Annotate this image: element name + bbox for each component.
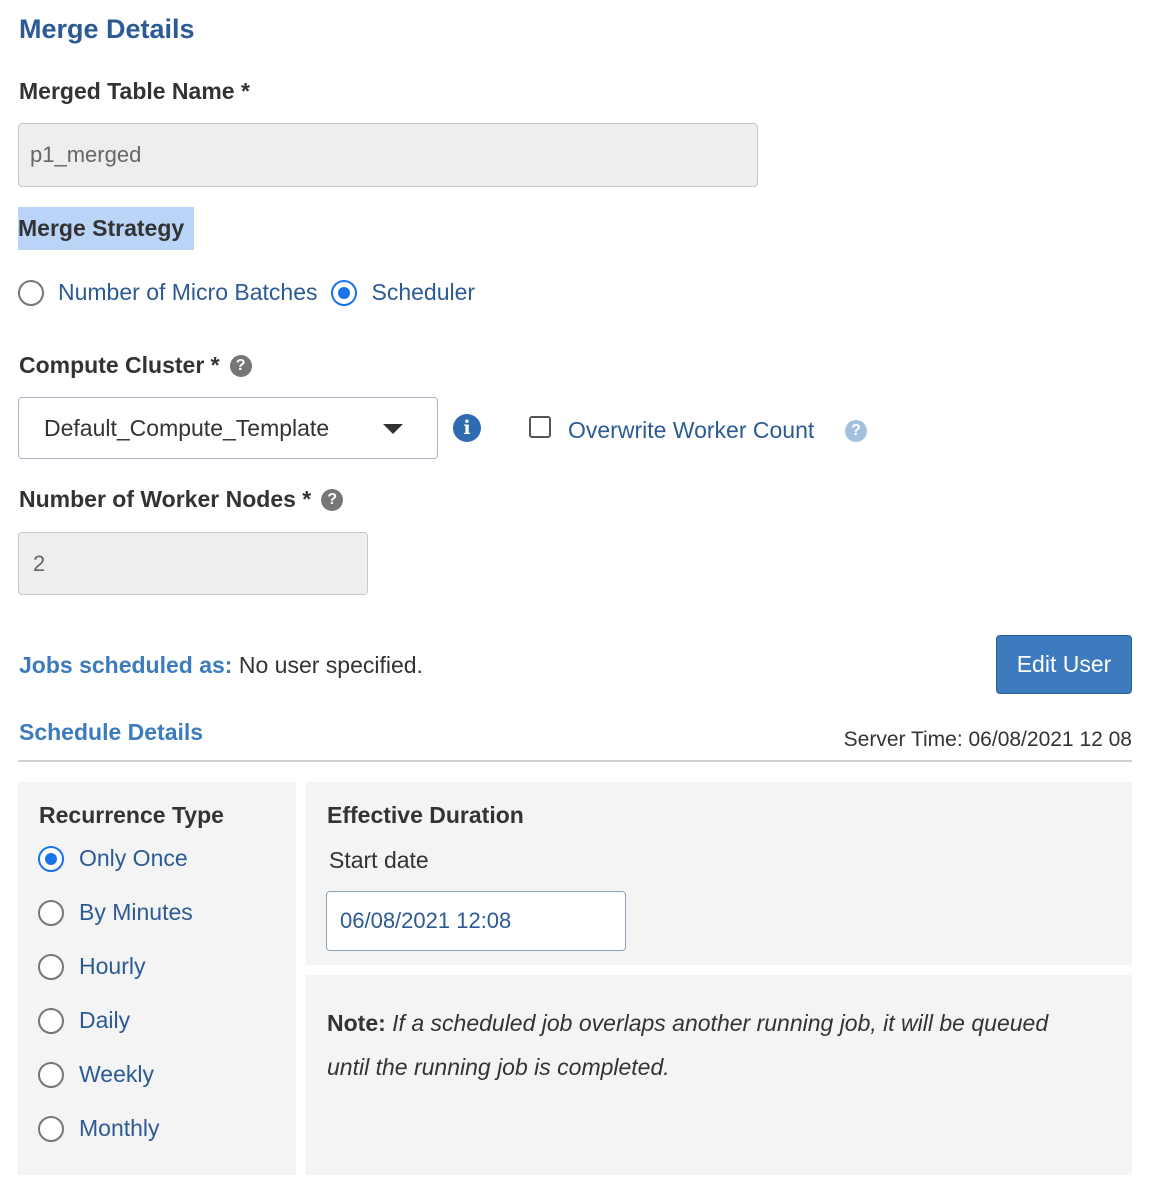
overwrite-worker-count-label[interactable]: Overwrite Worker Count	[568, 417, 814, 444]
start-date-label: Start date	[329, 847, 429, 873]
radio-weekly[interactable]	[38, 1061, 64, 1088]
chevron-down-icon	[383, 424, 403, 434]
schedule-details-title: Schedule Details	[19, 719, 204, 745]
recurrence-option-label[interactable]: Hourly	[79, 953, 145, 980]
recurrence-option-monthly[interactable]: Monthly	[38, 1115, 160, 1142]
recurrence-option-label[interactable]: By Minutes	[79, 899, 193, 926]
worker-nodes-header: Number of Worker Nodes * ?	[19, 486, 344, 513]
recurrence-option-daily[interactable]: Daily	[38, 1007, 130, 1034]
server-time: Server Time: 06/08/2021 12 08	[843, 728, 1132, 751]
help-icon[interactable]: ?	[229, 354, 252, 377]
compute-cluster-label: Compute Cluster *	[19, 352, 220, 378]
effective-duration-label: Effective Duration	[327, 802, 524, 828]
merge-strategy-options: Number of Micro Batches Scheduler	[18, 279, 475, 306]
radio-monthly[interactable]	[38, 1115, 64, 1142]
recurrence-option-weekly[interactable]: Weekly	[38, 1061, 154, 1088]
radio-hourly[interactable]	[38, 953, 64, 980]
radio-micro-batches[interactable]	[18, 279, 44, 306]
note: Note: If a scheduled job overlaps anothe…	[327, 1001, 1117, 1089]
schedule-divider	[18, 760, 1132, 762]
worker-nodes-input[interactable]: 2	[18, 532, 368, 595]
radio-scheduler[interactable]	[331, 279, 358, 306]
recurrence-option-label[interactable]: Monthly	[79, 1115, 160, 1142]
jobs-scheduled-as-label: Jobs scheduled as:	[19, 652, 233, 678]
edit-user-button[interactable]: Edit User	[996, 635, 1132, 694]
worker-nodes-value: 2	[33, 550, 46, 576]
merge-strategy-label: Merge Strategy	[18, 207, 194, 250]
note-label: Note:	[327, 1010, 386, 1036]
info-icon[interactable]: i	[453, 414, 481, 442]
recurrence-option-label[interactable]: Only Once	[79, 845, 188, 872]
radio-daily[interactable]	[38, 1007, 64, 1034]
compute-cluster-selected: Default_Compute_Template	[44, 414, 330, 441]
jobs-scheduled-as: Jobs scheduled as: No user specified.	[19, 652, 423, 679]
note-text: If a scheduled job overlaps another runn…	[392, 1010, 1049, 1036]
recurrence-option-label[interactable]: Weekly	[79, 1061, 154, 1088]
recurrence-option-only-once[interactable]: Only Once	[38, 845, 188, 872]
worker-nodes-label: Number of Worker Nodes *	[19, 486, 312, 512]
start-date-input[interactable]: 06/08/2021 12:08	[326, 891, 626, 951]
note-text-continued: until the running job is completed.	[327, 1054, 670, 1080]
radio-micro-batches-label[interactable]: Number of Micro Batches	[58, 279, 317, 306]
radio-scheduler-label[interactable]: Scheduler	[371, 279, 475, 306]
compute-cluster-select[interactable]: Default_Compute_Template	[18, 397, 438, 459]
compute-cluster-header: Compute Cluster * ?	[19, 352, 252, 379]
recurrence-option-label[interactable]: Daily	[79, 1007, 130, 1034]
merged-table-name-label: Merged Table Name *	[19, 78, 250, 104]
jobs-scheduled-as-value: No user specified.	[238, 652, 423, 678]
help-icon[interactable]: ?	[321, 488, 344, 511]
radio-only-once[interactable]	[38, 845, 64, 872]
radio-by-minutes[interactable]	[38, 899, 64, 926]
merged-table-name-value: p1_merged	[30, 142, 142, 167]
recurrence-panel: Recurrence Type Only Once By Minutes Hou…	[18, 782, 296, 1175]
page-title: Merge Details	[19, 14, 195, 44]
start-date-value: 06/08/2021 12:08	[340, 908, 512, 933]
note-panel: Note: If a scheduled job overlaps anothe…	[306, 975, 1132, 1175]
recurrence-option-hourly[interactable]: Hourly	[38, 953, 145, 980]
overwrite-worker-count-checkbox[interactable]	[529, 416, 551, 438]
recurrence-option-by-minutes[interactable]: By Minutes	[38, 899, 193, 926]
effective-duration-panel: Effective Duration Start date 06/08/2021…	[306, 782, 1132, 965]
merged-table-name-input[interactable]: p1_merged	[18, 123, 758, 187]
help-icon[interactable]: ?	[845, 420, 867, 442]
recurrence-type-label: Recurrence Type	[39, 802, 224, 828]
